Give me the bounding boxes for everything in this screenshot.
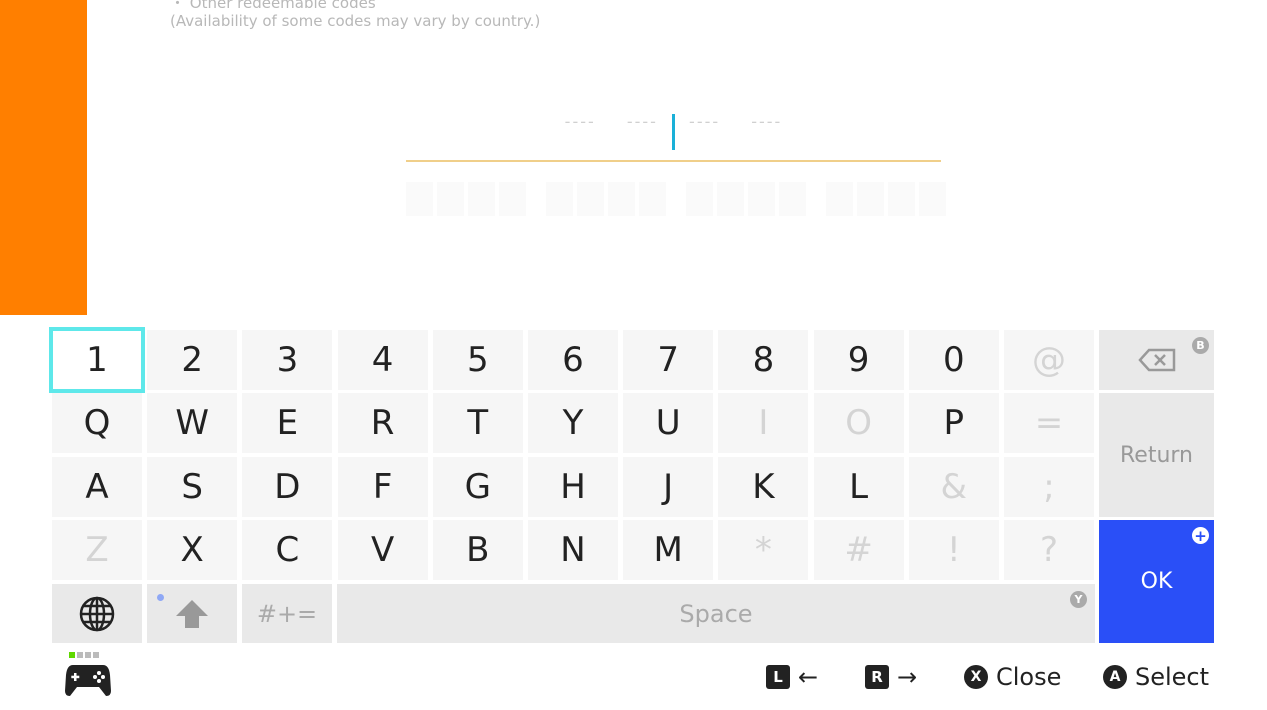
hint-label: Close <box>996 663 1062 691</box>
key-4[interactable]: 4 <box>337 330 428 390</box>
ok-label: OK <box>1140 569 1173 594</box>
key-L[interactable]: L <box>813 457 904 517</box>
key-@[interactable]: @ <box>1004 330 1094 390</box>
key-T[interactable]: T <box>432 393 523 453</box>
info-line-availability: (Availability of some codes may vary by … <box>170 12 541 30</box>
key-I[interactable]: I <box>718 393 809 453</box>
key-Q[interactable]: Q <box>52 393 142 453</box>
x-button-icon: X <box>964 665 988 689</box>
key-;[interactable]: ; <box>1004 457 1094 517</box>
key-B[interactable]: B <box>432 520 523 580</box>
key-6[interactable]: 6 <box>528 330 618 390</box>
code-segment-2: ---- <box>626 112 658 131</box>
symbols-button[interactable]: #+= <box>242 584 332 643</box>
language-button[interactable] <box>52 584 142 643</box>
key-V[interactable]: V <box>337 520 428 580</box>
controller-icon <box>65 665 111 696</box>
key-![interactable]: ! <box>908 520 999 580</box>
hint-l-left[interactable]: L ← <box>766 663 818 691</box>
a-button-icon: A <box>1103 665 1127 689</box>
shift-indicator-dot <box>157 594 164 601</box>
backspace-icon <box>1137 348 1175 372</box>
key-A[interactable]: A <box>52 457 142 517</box>
key-K[interactable]: K <box>718 457 809 517</box>
key-1[interactable]: 1 <box>49 327 145 393</box>
plus-button-badge: + <box>1192 527 1209 545</box>
y-button-badge: Y <box>1070 591 1087 608</box>
key-?[interactable]: ? <box>1004 520 1094 580</box>
key-8[interactable]: 8 <box>718 330 809 390</box>
key-E[interactable]: E <box>242 393 333 453</box>
key-9[interactable]: 9 <box>813 330 904 390</box>
code-char-boxes <box>406 182 946 216</box>
hint-label: → <box>897 663 918 691</box>
key-J[interactable]: J <box>623 457 714 517</box>
key-#[interactable]: # <box>813 520 904 580</box>
key-5[interactable]: 5 <box>432 330 523 390</box>
hint-close[interactable]: X Close <box>964 663 1061 691</box>
shift-button[interactable] <box>147 584 237 643</box>
ok-button[interactable]: OK + <box>1099 520 1214 643</box>
hint-select[interactable]: A Select <box>1103 663 1209 691</box>
key-0[interactable]: 0 <box>908 330 999 390</box>
key-C[interactable]: C <box>242 520 333 580</box>
key-G[interactable]: G <box>432 457 523 517</box>
key-2[interactable]: 2 <box>147 330 238 390</box>
key-7[interactable]: 7 <box>623 330 714 390</box>
space-label: Space <box>679 599 753 628</box>
key-S[interactable]: S <box>147 457 238 517</box>
code-segment-4: ---- <box>751 112 783 131</box>
return-button[interactable]: Return <box>1099 393 1214 517</box>
shift-arrow-icon <box>176 599 208 628</box>
b-button-badge: B <box>1192 337 1209 354</box>
key-X[interactable]: X <box>147 520 238 580</box>
key-O[interactable]: O <box>813 393 904 453</box>
key-H[interactable]: H <box>528 457 618 517</box>
key-P[interactable]: P <box>908 393 999 453</box>
input-underline <box>406 160 941 162</box>
key-D[interactable]: D <box>242 457 333 517</box>
key-*[interactable]: * <box>718 520 809 580</box>
key-Z[interactable]: Z <box>52 520 142 580</box>
key-=[interactable]: = <box>1004 393 1094 453</box>
key-&[interactable]: & <box>908 457 999 517</box>
text-caret <box>672 114 675 150</box>
controller-indicator-lights <box>69 652 99 658</box>
hint-label: ← <box>798 663 819 691</box>
key-R[interactable]: R <box>337 393 428 453</box>
orange-side-panel <box>0 0 87 315</box>
l-button-icon: L <box>766 665 790 689</box>
key-3[interactable]: 3 <box>242 330 333 390</box>
key-W[interactable]: W <box>147 393 238 453</box>
key-Y[interactable]: Y <box>528 393 618 453</box>
hint-r-right[interactable]: R → <box>865 663 917 691</box>
globe-icon <box>79 596 115 631</box>
backspace-button[interactable]: B <box>1099 330 1214 390</box>
key-N[interactable]: N <box>528 520 618 580</box>
code-segment-3: ---- <box>689 112 721 131</box>
key-M[interactable]: M <box>623 520 714 580</box>
space-button[interactable]: Space Y <box>337 584 1095 643</box>
r-button-icon: R <box>865 665 889 689</box>
code-segment-1: ---- <box>564 112 596 131</box>
hint-label: Select <box>1135 663 1210 691</box>
key-F[interactable]: F <box>337 457 428 517</box>
key-U[interactable]: U <box>623 393 714 453</box>
